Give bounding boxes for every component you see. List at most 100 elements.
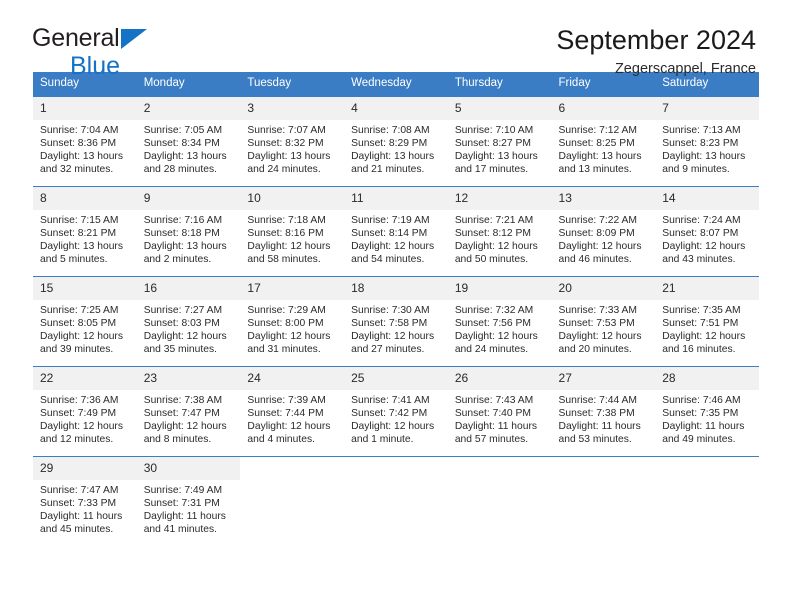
calendar-day-cell[interactable]: 28 Sunrise: 7:46 AM Sunset: 7:35 PM Dayligh… [655, 366, 759, 457]
day-details: Sunrise: 7:04 AM Sunset: 8:36 PM Daylight:… [33, 120, 137, 176]
daylight-text: Daylight: 12 hours and 8 minutes. [143, 421, 227, 446]
calendar-week-row: 8 Sunrise: 7:15 AM Sunset: 8:21 PM Daylight… [33, 186, 759, 277]
sunrise-text: Sunrise: 7:35 AM [662, 305, 741, 316]
day-details: Sunrise: 7:10 AM Sunset: 8:27 PM Daylight:… [448, 120, 552, 176]
calendar-day-cell[interactable]: 1 Sunrise: 7:04 AM Sunset: 8:36 PM Daylight… [33, 96, 137, 187]
calendar-day-cell[interactable]: 9 Sunrise: 7:16 AM Sunset: 8:18 PM Daylight… [136, 186, 241, 277]
page-header: General Blue September 2024 Zegerscappel… [0, 0, 792, 79]
calendar-day-cell[interactable]: 20 Sunrise: 7:33 AM Sunset: 7:53 PM Dayligh… [551, 276, 656, 367]
daylight-text: Daylight: 12 hours and 46 minutes. [558, 241, 642, 266]
sunrise-text: Sunrise: 7:47 AM [40, 485, 119, 496]
title-block: September 2024 Zegerscappel, France [556, 24, 756, 79]
day-number: 1 [33, 97, 137, 120]
sunset-text: Sunset: 8:21 PM [40, 228, 117, 240]
sunrise-text: Sunrise: 7:39 AM [247, 395, 326, 406]
calendar-day-cell[interactable]: 24 Sunrise: 7:39 AM Sunset: 7:44 PM Dayligh… [240, 366, 345, 457]
sunrise-text: Sunrise: 7:19 AM [351, 215, 430, 226]
day-number: 3 [240, 97, 345, 120]
day-number: 23 [136, 367, 241, 390]
day-details: Sunrise: 7:38 AM Sunset: 7:47 PM Daylight:… [137, 390, 241, 446]
calendar-day-cell-empty [551, 456, 656, 546]
day-number: 11 [344, 187, 448, 210]
calendar-day-cell[interactable]: 12 Sunrise: 7:21 AM Sunset: 8:12 PM Dayligh… [447, 186, 552, 277]
calendar-day-cell[interactable]: 17 Sunrise: 7:29 AM Sunset: 8:00 PM Dayligh… [240, 276, 345, 367]
day-number: 12 [447, 187, 552, 210]
sunrise-text: Sunrise: 7:24 AM [662, 215, 741, 226]
day-details: Sunrise: 7:39 AM Sunset: 7:44 PM Daylight:… [240, 390, 344, 446]
calendar-day-cell[interactable]: 14 Sunrise: 7:24 AM Sunset: 8:07 PM Dayligh… [655, 186, 759, 277]
calendar-day-cell[interactable]: 22 Sunrise: 7:36 AM Sunset: 7:49 PM Dayligh… [33, 366, 137, 457]
day-details: Sunrise: 7:47 AM Sunset: 7:33 PM Daylight:… [33, 480, 137, 536]
sunset-text: Sunset: 8:03 PM [143, 318, 220, 330]
day-details: Sunrise: 7:35 AM Sunset: 7:51 PM Daylight:… [655, 300, 759, 356]
brand-logo-top: General [32, 26, 272, 52]
sunrise-text: Sunrise: 7:08 AM [351, 125, 430, 136]
calendar-day-cell-empty [344, 456, 448, 546]
day-number: 28 [655, 367, 759, 390]
sunrise-text: Sunrise: 7:13 AM [662, 125, 741, 136]
day-details: Sunrise: 7:27 AM Sunset: 8:03 PM Daylight:… [137, 300, 241, 356]
calendar-day-cell[interactable]: 27 Sunrise: 7:44 AM Sunset: 7:38 PM Dayligh… [551, 366, 656, 457]
calendar-day-cell[interactable]: 19 Sunrise: 7:32 AM Sunset: 7:56 PM Dayligh… [447, 276, 552, 367]
calendar-day-cell[interactable]: 4 Sunrise: 7:08 AM Sunset: 8:29 PM Daylight… [344, 96, 448, 187]
brand-logo[interactable]: General Blue [32, 26, 272, 79]
day-number [655, 457, 759, 466]
calendar-day-cell[interactable]: 2 Sunrise: 7:05 AM Sunset: 8:34 PM Daylight… [136, 96, 241, 187]
daylight-text: Daylight: 11 hours and 53 minutes. [558, 421, 641, 446]
calendar-day-cell[interactable]: 25 Sunrise: 7:41 AM Sunset: 7:42 PM Dayligh… [344, 366, 448, 457]
sunset-text: Sunset: 8:25 PM [558, 138, 635, 150]
day-details: Sunrise: 7:18 AM Sunset: 8:16 PM Daylight:… [240, 210, 344, 266]
sunrise-text: Sunrise: 7:38 AM [143, 395, 223, 406]
day-number: 27 [551, 367, 656, 390]
daylight-text: Daylight: 12 hours and 24 minutes. [454, 331, 538, 356]
day-number: 29 [33, 457, 137, 480]
daylight-text: Daylight: 12 hours and 50 minutes. [454, 241, 538, 266]
calendar-day-cell[interactable]: 3 Sunrise: 7:07 AM Sunset: 8:32 PM Daylight… [240, 96, 345, 187]
calendar-day-cell[interactable]: 15 Sunrise: 7:25 AM Sunset: 8:05 PM Dayligh… [33, 276, 137, 367]
sunset-text: Sunset: 8:12 PM [454, 228, 531, 240]
sunset-text: Sunset: 7:35 PM [662, 408, 739, 420]
weekday-header-wednesday: Wednesday [344, 72, 448, 97]
page-title: September 2024 [556, 25, 756, 55]
calendar-day-cell[interactable]: 18 Sunrise: 7:30 AM Sunset: 7:58 PM Dayligh… [344, 276, 448, 367]
calendar-day-cell[interactable]: 16 Sunrise: 7:27 AM Sunset: 8:03 PM Dayligh… [136, 276, 241, 367]
sunset-text: Sunset: 7:58 PM [351, 318, 428, 330]
calendar-table: Sunday Monday Tuesday Wednesday Thursday… [33, 72, 759, 546]
sunset-text: Sunset: 7:38 PM [558, 408, 635, 420]
day-number: 18 [344, 277, 448, 300]
daylight-text: Daylight: 11 hours and 57 minutes. [454, 421, 538, 446]
sunset-text: Sunset: 8:32 PM [247, 138, 324, 150]
sunset-text: Sunset: 7:33 PM [40, 498, 117, 510]
calendar-day-cell[interactable]: 30 Sunrise: 7:49 AM Sunset: 7:31 PM Dayligh… [136, 456, 241, 546]
calendar-week-row: 29 Sunrise: 7:47 AM Sunset: 7:33 PM Dayligh… [33, 456, 759, 546]
calendar-day-cell[interactable]: 6 Sunrise: 7:12 AM Sunset: 8:25 PM Daylight… [551, 96, 656, 187]
calendar-day-cell[interactable]: 5 Sunrise: 7:10 AM Sunset: 8:27 PM Daylight… [447, 96, 552, 187]
day-details: Sunrise: 7:46 AM Sunset: 7:35 PM Daylight:… [655, 390, 759, 446]
calendar-day-cell[interactable]: 29 Sunrise: 7:47 AM Sunset: 7:33 PM Dayligh… [33, 456, 137, 546]
daylight-text: Daylight: 13 hours and 5 minutes. [40, 241, 123, 266]
day-number: 7 [655, 97, 759, 120]
calendar-day-cell[interactable]: 13 Sunrise: 7:22 AM Sunset: 8:09 PM Dayligh… [551, 186, 656, 277]
day-details: Sunrise: 7:19 AM Sunset: 8:14 PM Daylight:… [344, 210, 448, 266]
daylight-text: Daylight: 12 hours and 31 minutes. [247, 331, 331, 356]
sunset-text: Sunset: 8:09 PM [558, 228, 635, 240]
day-number: 9 [136, 187, 241, 210]
sunrise-text: Sunrise: 7:05 AM [143, 125, 223, 136]
calendar-day-cell[interactable]: 26 Sunrise: 7:43 AM Sunset: 7:40 PM Dayligh… [447, 366, 552, 457]
day-details: Sunrise: 7:25 AM Sunset: 8:05 PM Daylight:… [33, 300, 137, 356]
day-number [551, 457, 656, 466]
sunrise-text: Sunrise: 7:30 AM [351, 305, 430, 316]
calendar-page: General Blue September 2024 Zegerscappel… [0, 0, 792, 612]
day-number: 16 [136, 277, 241, 300]
calendar-day-cell[interactable]: 21 Sunrise: 7:35 AM Sunset: 7:51 PM Dayligh… [655, 276, 759, 367]
calendar-day-cell[interactable]: 10 Sunrise: 7:18 AM Sunset: 8:16 PM Dayligh… [240, 186, 345, 277]
calendar-day-cell[interactable]: 7 Sunrise: 7:13 AM Sunset: 8:23 PM Daylight… [655, 96, 759, 187]
sunset-text: Sunset: 7:47 PM [143, 408, 220, 420]
day-number: 6 [551, 97, 656, 120]
calendar-day-cell[interactable]: 11 Sunrise: 7:19 AM Sunset: 8:14 PM Dayligh… [344, 186, 448, 277]
day-number [240, 457, 345, 466]
day-details: Sunrise: 7:21 AM Sunset: 8:12 PM Daylight:… [448, 210, 552, 266]
triangle-logo-icon [120, 29, 147, 49]
calendar-day-cell[interactable]: 23 Sunrise: 7:38 AM Sunset: 7:47 PM Dayligh… [136, 366, 241, 457]
calendar-day-cell[interactable]: 8 Sunrise: 7:15 AM Sunset: 8:21 PM Daylight… [33, 186, 137, 277]
